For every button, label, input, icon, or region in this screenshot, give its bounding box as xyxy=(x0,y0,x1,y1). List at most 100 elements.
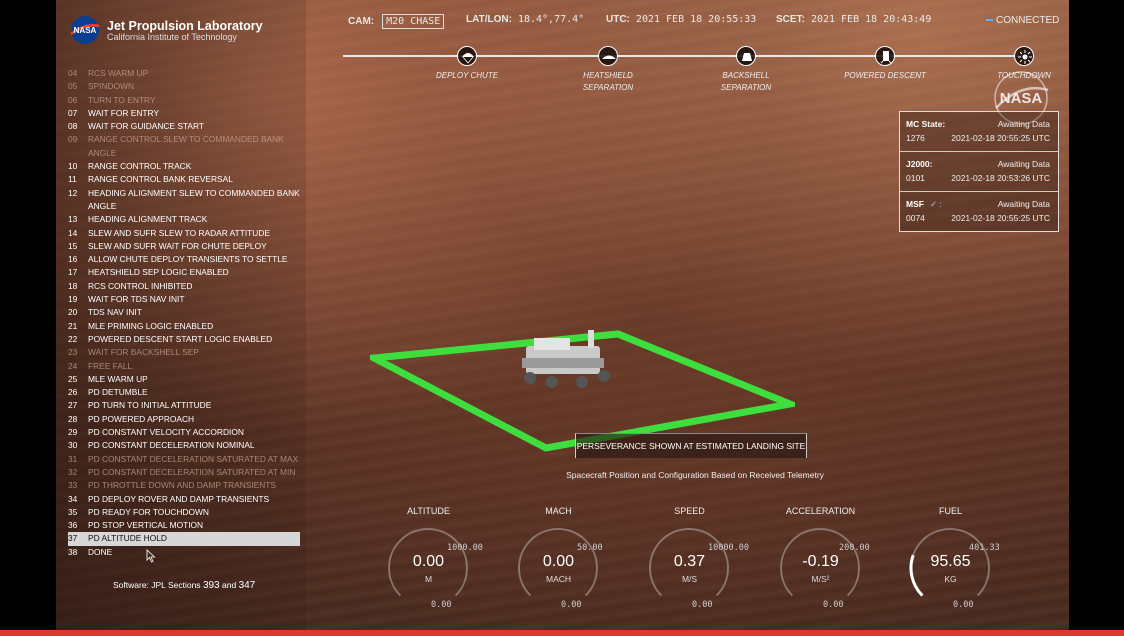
step-label: PD DEPLOY ROVER AND DAMP TRANSIENTS xyxy=(88,493,270,504)
step-label: RANGE CONTROL SLEW TO COMMANDED BANK ANG… xyxy=(88,134,284,158)
gauge-title: FUEL xyxy=(938,506,962,516)
step-label: PD CONSTANT VELOCITY ACCORDION xyxy=(88,427,244,438)
sequence-step: 38 DONE xyxy=(68,546,300,559)
gauge-max: 10000.00 xyxy=(708,543,749,553)
step-number: 16 xyxy=(68,254,78,265)
state-timestamp: 2021-02-18 20:55:25 UTC xyxy=(951,213,1050,223)
gauge-speed: SPEED 0.37 M/S 10000.00 0.00 xyxy=(647,503,777,615)
gauge-unit: M/S² xyxy=(811,574,830,584)
sequence-step: 11 RANGE CONTROL BANK REVERSAL xyxy=(68,173,300,186)
step-number: 14 xyxy=(68,227,78,238)
state-row: J2000: Awaiting Data 0101 2021-02-18 20:53:… xyxy=(900,152,1058,192)
step-number: 11 xyxy=(68,174,77,185)
state-status: Awaiting Data xyxy=(997,119,1050,129)
step-number: 06 xyxy=(68,94,78,105)
sequence-step: 30 PD CONSTANT DECELERATION NOMINAL xyxy=(68,439,300,452)
landing-site-caption-box: PERSEVERANCE SHOWN AT ESTIMATED LANDING … xyxy=(575,433,807,458)
step-label: SLEW AND SUFR WAIT FOR CHUTE DEPLOY xyxy=(88,240,267,251)
step-label: PD CONSTANT DECELERATION SATURATED AT MA… xyxy=(88,453,299,464)
sequence-step: 26 PD DETUMBLE xyxy=(68,386,300,399)
step-label: MLE WARM UP xyxy=(88,373,148,384)
step-label: HEATSHIELD SEP LOGIC ENABLED xyxy=(88,267,229,278)
step-label: PD CONSTANT DECELERATION NOMINAL xyxy=(88,440,255,451)
timeline-label: POWERED DESCENT xyxy=(844,71,926,80)
software-section-b: 347 xyxy=(238,580,256,591)
sequence-step: 07 WAIT FOR ENTRY xyxy=(68,107,300,120)
gauge-title: MACH xyxy=(545,506,572,516)
bottom-accent-bar xyxy=(0,630,1124,636)
step-number: 26 xyxy=(68,387,78,398)
mission-viewer: NASA Jet Propulsion Laboratory Californi… xyxy=(0,0,1124,636)
step-number: 29 xyxy=(68,427,78,438)
gauge-title: ALTITUDE xyxy=(407,506,450,516)
gauge-unit: MACH xyxy=(545,574,572,584)
gauge-acceleration: ACCELERATION -0.19 M/S² 200.00 0.00 xyxy=(778,503,908,615)
sequence-step: 18 RCS CONTROL INHIBITED xyxy=(68,280,300,293)
state-status: Awaiting Data xyxy=(997,199,1050,209)
step-label: PD STOP VERTICAL MOTION xyxy=(88,520,204,531)
step-number: 34 xyxy=(68,493,78,504)
step-label: HEADING ALIGNMENT SLEW TO COMMANDED BANK… xyxy=(88,187,300,211)
step-label: RANGE CONTROL TRACK xyxy=(88,161,192,172)
step-label: DONE xyxy=(88,546,113,557)
camera-selector[interactable]: M20 CHASE xyxy=(382,14,445,29)
step-label: PD DETUMBLE xyxy=(88,387,148,398)
sequence-step: 14 SLEW AND SUFR SLEW TO RADAR ATTITUDE xyxy=(68,227,300,240)
descent-stage-icon xyxy=(875,46,895,66)
step-label: MLE PRIMING LOGIC ENABLED xyxy=(88,320,214,331)
sequence-step: 24 FREE FALL xyxy=(68,360,300,373)
step-label: SLEW AND SUFR SLEW TO RADAR ATTITUDE xyxy=(88,227,270,238)
step-label: PD READY FOR TOUCHDOWN xyxy=(88,506,209,517)
gauge-unit: KG xyxy=(944,574,957,584)
gauge-value: 0.37 xyxy=(673,553,706,570)
step-number: 13 xyxy=(68,214,78,225)
sequence-step: 21 MLE PRIMING LOGIC ENABLED xyxy=(68,320,300,333)
sequence-step: 27 PD TURN TO INITIAL ATTITUDE xyxy=(68,399,300,412)
sequence-step: 35 PD READY FOR TOUCHDOWN xyxy=(68,506,300,519)
org-subtitle: California Institute of Technology xyxy=(107,32,237,42)
gauge-min: 0.00 xyxy=(431,600,452,610)
sequence-step: 36 PD STOP VERTICAL MOTION xyxy=(68,519,300,532)
software-joiner: and xyxy=(222,580,237,590)
connection-indicator-icon xyxy=(986,19,993,22)
step-number: 25 xyxy=(68,373,78,384)
sequence-step: 28 PD POWERED APPROACH xyxy=(68,413,300,426)
step-number: 32 xyxy=(68,466,78,477)
gauge-title: SPEED xyxy=(674,506,705,516)
step-label: RANGE CONTROL BANK REVERSAL xyxy=(88,174,233,185)
step-label: ALLOW CHUTE DEPLOY TRANSIENTS TO SETTLE xyxy=(88,254,288,265)
sequence-step: 19 WAIT FOR TDS NAV INIT xyxy=(68,293,300,306)
sequence-step: 08 WAIT FOR GUIDANCE START xyxy=(68,120,300,133)
step-label: TDS NAV INIT xyxy=(88,307,142,318)
step-label: POWERED DESCENT START LOGIC ENABLED xyxy=(88,333,273,344)
sequence-step: 12 HEADING ALIGNMENT SLEW TO COMMANDED BA… xyxy=(68,187,300,214)
mouse-cursor-icon xyxy=(146,549,156,563)
step-label: PD CONSTANT DECELERATION SATURATED AT MI… xyxy=(88,466,296,477)
sequence-step: 34 PD DEPLOY ROVER AND DAMP TRANSIENTS xyxy=(68,493,300,506)
timeline-label: DEPLOY CHUTE xyxy=(435,71,499,80)
connection-label: CONNECTED xyxy=(996,15,1060,26)
sequence-step: 29 PD CONSTANT VELOCITY ACCORDION xyxy=(68,426,300,439)
step-label: RCS CONTROL INHIBITED xyxy=(88,280,193,291)
step-number: 30 xyxy=(68,440,78,451)
step-label: RCS WARM UP xyxy=(88,68,149,78)
step-number: 36 xyxy=(68,520,78,531)
sequence-step: 22 POWERED DESCENT START LOGIC ENABLED xyxy=(68,333,300,346)
step-label: FREE FALL xyxy=(88,360,133,371)
step-number: 05 xyxy=(68,81,78,92)
state-row: MSF ✓ : Awaiting Data 0074 2021-02-18 20:55:… xyxy=(900,192,1058,231)
sequence-step: 32 PD CONSTANT DECELERATION SATURATED AT … xyxy=(68,466,300,479)
step-number: 17 xyxy=(68,267,78,278)
sequence-step: 10 RANGE CONTROL TRACK xyxy=(68,160,300,173)
step-number: 37 xyxy=(68,533,78,544)
step-number: 18 xyxy=(68,280,78,291)
sequence-step: 04 RCS WARM UP xyxy=(68,67,300,80)
gauge-unit: M xyxy=(424,574,433,584)
gauge-max: 200.00 xyxy=(839,543,870,553)
step-label: WAIT FOR TDS NAV INIT xyxy=(88,294,185,305)
sequence-step-active: 37 PD ALTITUDE HOLD xyxy=(68,532,300,546)
step-label: SPINDOWN xyxy=(88,81,135,92)
step-number: 04 xyxy=(68,68,78,78)
gauge-title: ACCELERATION xyxy=(785,506,856,516)
state-row: MC State: Awaiting Data 1276 2021-02-18 20:… xyxy=(900,112,1058,152)
